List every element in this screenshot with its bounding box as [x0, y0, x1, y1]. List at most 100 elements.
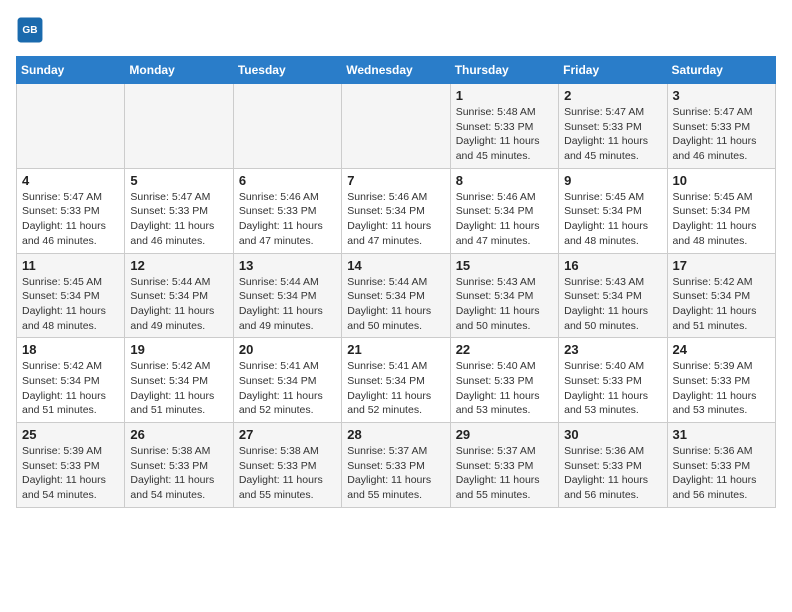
calendar-cell	[233, 84, 341, 169]
col-header-friday: Friday	[559, 57, 667, 84]
day-number: 9	[564, 173, 661, 188]
day-number: 2	[564, 88, 661, 103]
cell-content: Sunrise: 5:44 AM Sunset: 5:34 PM Dayligh…	[347, 275, 444, 334]
day-number: 31	[673, 427, 770, 442]
cell-content: Sunrise: 5:43 AM Sunset: 5:34 PM Dayligh…	[456, 275, 553, 334]
day-number: 1	[456, 88, 553, 103]
cell-content: Sunrise: 5:44 AM Sunset: 5:34 PM Dayligh…	[239, 275, 336, 334]
cell-content: Sunrise: 5:45 AM Sunset: 5:34 PM Dayligh…	[673, 190, 770, 249]
day-number: 3	[673, 88, 770, 103]
cell-content: Sunrise: 5:39 AM Sunset: 5:33 PM Dayligh…	[673, 359, 770, 418]
cell-content: Sunrise: 5:47 AM Sunset: 5:33 PM Dayligh…	[130, 190, 227, 249]
cell-content: Sunrise: 5:41 AM Sunset: 5:34 PM Dayligh…	[239, 359, 336, 418]
calendar-cell: 23 Sunrise: 5:40 AM Sunset: 5:33 PM Dayli…	[559, 338, 667, 423]
cell-content: Sunrise: 5:47 AM Sunset: 5:33 PM Dayligh…	[564, 105, 661, 164]
day-number: 25	[22, 427, 119, 442]
calendar-cell: 7 Sunrise: 5:46 AM Sunset: 5:34 PM Daylig…	[342, 168, 450, 253]
cell-content: Sunrise: 5:38 AM Sunset: 5:33 PM Dayligh…	[130, 444, 227, 503]
calendar-cell: 11 Sunrise: 5:45 AM Sunset: 5:34 PM Dayli…	[17, 253, 125, 338]
calendar-table: SundayMondayTuesdayWednesdayThursdayFrid…	[16, 56, 776, 508]
calendar-cell: 13 Sunrise: 5:44 AM Sunset: 5:34 PM Dayli…	[233, 253, 341, 338]
calendar-week-row: 4 Sunrise: 5:47 AM Sunset: 5:33 PM Daylig…	[17, 168, 776, 253]
calendar-week-row: 25Sunrise: 5:39 AM Sunset: 5:33 PM Dayli…	[17, 423, 776, 508]
logo: GB	[16, 16, 48, 44]
calendar-cell: 17 Sunrise: 5:42 AM Sunset: 5:34 PM Dayli…	[667, 253, 775, 338]
cell-content: Sunrise: 5:45 AM Sunset: 5:34 PM Dayligh…	[22, 275, 119, 334]
calendar-cell: 31 Sunrise: 5:36 AM Sunset: 5:33 PM Dayli…	[667, 423, 775, 508]
calendar-cell: 27 Sunrise: 5:38 AM Sunset: 5:33 PM Dayli…	[233, 423, 341, 508]
calendar-cell: 22 Sunrise: 5:40 AM Sunset: 5:33 PM Dayli…	[450, 338, 558, 423]
day-number: 13	[239, 258, 336, 273]
cell-content: Sunrise: 5:47 AM Sunset: 5:33 PM Dayligh…	[673, 105, 770, 164]
cell-content: Sunrise: 5:37 AM Sunset: 5:33 PM Dayligh…	[456, 444, 553, 503]
calendar-cell: 1 Sunrise: 5:48 AM Sunset: 5:33 PM Daylig…	[450, 84, 558, 169]
logo-icon: GB	[16, 16, 44, 44]
calendar-cell: 5Sunrise: 5:47 AM Sunset: 5:33 PM Daylig…	[125, 168, 233, 253]
cell-content: Sunrise: 5:36 AM Sunset: 5:33 PM Dayligh…	[564, 444, 661, 503]
cell-content: Sunrise: 5:42 AM Sunset: 5:34 PM Dayligh…	[130, 359, 227, 418]
day-number: 14	[347, 258, 444, 273]
cell-content: Sunrise: 5:36 AM Sunset: 5:33 PM Dayligh…	[673, 444, 770, 503]
day-number: 21	[347, 342, 444, 357]
calendar-cell: 2 Sunrise: 5:47 AM Sunset: 5:33 PM Daylig…	[559, 84, 667, 169]
cell-content: Sunrise: 5:45 AM Sunset: 5:34 PM Dayligh…	[564, 190, 661, 249]
calendar-cell: 21Sunrise: 5:41 AM Sunset: 5:34 PM Dayli…	[342, 338, 450, 423]
day-number: 10	[673, 173, 770, 188]
day-number: 16	[564, 258, 661, 273]
calendar-cell: 3 Sunrise: 5:47 AM Sunset: 5:33 PM Daylig…	[667, 84, 775, 169]
day-number: 29	[456, 427, 553, 442]
day-number: 24	[673, 342, 770, 357]
calendar-cell: 24 Sunrise: 5:39 AM Sunset: 5:33 PM Dayli…	[667, 338, 775, 423]
calendar-cell: 4Sunrise: 5:47 AM Sunset: 5:33 PM Daylig…	[17, 168, 125, 253]
day-number: 15	[456, 258, 553, 273]
day-number: 17	[673, 258, 770, 273]
cell-content: Sunrise: 5:46 AM Sunset: 5:34 PM Dayligh…	[347, 190, 444, 249]
cell-content: Sunrise: 5:46 AM Sunset: 5:34 PM Dayligh…	[456, 190, 553, 249]
cell-content: Sunrise: 5:40 AM Sunset: 5:33 PM Dayligh…	[564, 359, 661, 418]
cell-content: Sunrise: 5:43 AM Sunset: 5:34 PM Dayligh…	[564, 275, 661, 334]
col-header-saturday: Saturday	[667, 57, 775, 84]
day-number: 6	[239, 173, 336, 188]
calendar-cell: 8 Sunrise: 5:46 AM Sunset: 5:34 PM Daylig…	[450, 168, 558, 253]
calendar-cell: 6Sunrise: 5:46 AM Sunset: 5:33 PM Daylig…	[233, 168, 341, 253]
day-number: 22	[456, 342, 553, 357]
cell-content: Sunrise: 5:42 AM Sunset: 5:34 PM Dayligh…	[673, 275, 770, 334]
day-number: 20	[239, 342, 336, 357]
day-number: 7	[347, 173, 444, 188]
day-number: 19	[130, 342, 227, 357]
day-number: 23	[564, 342, 661, 357]
calendar-cell	[17, 84, 125, 169]
col-header-monday: Monday	[125, 57, 233, 84]
calendar-week-row: 18 Sunrise: 5:42 AM Sunset: 5:34 PM Dayli…	[17, 338, 776, 423]
cell-content: Sunrise: 5:44 AM Sunset: 5:34 PM Dayligh…	[130, 275, 227, 334]
calendar-cell: 25Sunrise: 5:39 AM Sunset: 5:33 PM Dayli…	[17, 423, 125, 508]
day-number: 4	[22, 173, 119, 188]
page-header: GB	[16, 16, 776, 44]
calendar-cell: 9 Sunrise: 5:45 AM Sunset: 5:34 PM Daylig…	[559, 168, 667, 253]
calendar-cell: 29 Sunrise: 5:37 AM Sunset: 5:33 PM Dayli…	[450, 423, 558, 508]
day-number: 12	[130, 258, 227, 273]
calendar-cell	[342, 84, 450, 169]
cell-content: Sunrise: 5:37 AM Sunset: 5:33 PM Dayligh…	[347, 444, 444, 503]
calendar-cell	[125, 84, 233, 169]
calendar-header-row: SundayMondayTuesdayWednesdayThursdayFrid…	[17, 57, 776, 84]
day-number: 28	[347, 427, 444, 442]
col-header-wednesday: Wednesday	[342, 57, 450, 84]
calendar-cell: 16 Sunrise: 5:43 AM Sunset: 5:34 PM Dayli…	[559, 253, 667, 338]
calendar-cell: 12 Sunrise: 5:44 AM Sunset: 5:34 PM Dayli…	[125, 253, 233, 338]
day-number: 27	[239, 427, 336, 442]
cell-content: Sunrise: 5:42 AM Sunset: 5:34 PM Dayligh…	[22, 359, 119, 418]
col-header-sunday: Sunday	[17, 57, 125, 84]
cell-content: Sunrise: 5:48 AM Sunset: 5:33 PM Dayligh…	[456, 105, 553, 164]
day-number: 18	[22, 342, 119, 357]
day-number: 11	[22, 258, 119, 273]
calendar-cell: 10 Sunrise: 5:45 AM Sunset: 5:34 PM Dayli…	[667, 168, 775, 253]
calendar-cell: 18 Sunrise: 5:42 AM Sunset: 5:34 PM Dayli…	[17, 338, 125, 423]
col-header-tuesday: Tuesday	[233, 57, 341, 84]
day-number: 30	[564, 427, 661, 442]
cell-content: Sunrise: 5:38 AM Sunset: 5:33 PM Dayligh…	[239, 444, 336, 503]
cell-content: Sunrise: 5:40 AM Sunset: 5:33 PM Dayligh…	[456, 359, 553, 418]
day-number: 8	[456, 173, 553, 188]
calendar-cell: 30 Sunrise: 5:36 AM Sunset: 5:33 PM Dayli…	[559, 423, 667, 508]
calendar-cell: 26Sunrise: 5:38 AM Sunset: 5:33 PM Dayli…	[125, 423, 233, 508]
